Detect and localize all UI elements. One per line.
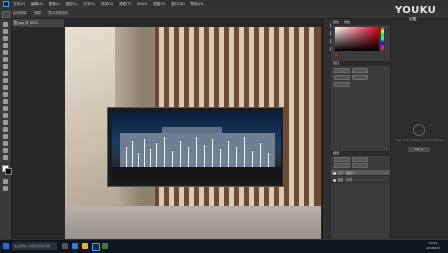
move-tool-icon[interactable] [2, 10, 10, 18]
building-facade [120, 133, 275, 167]
menu-3d[interactable]: 3D(D) [137, 2, 148, 6]
lasso-tool-icon[interactable] [3, 36, 8, 41]
angle-input[interactable] [334, 82, 350, 87]
eye-icon[interactable] [332, 178, 336, 182]
youku-watermark: YOUKU 优酷 [395, 6, 436, 22]
move-tool-icon[interactable] [3, 22, 8, 27]
pen-tool-icon[interactable] [3, 120, 8, 125]
menu-window[interactable]: 窗口(W) [171, 2, 185, 6]
screen-mode-icon[interactable] [3, 186, 8, 191]
fill-input[interactable] [351, 163, 368, 168]
layer-kind-filter[interactable] [334, 157, 350, 162]
creative-cloud-icon [413, 124, 425, 136]
floor [65, 206, 321, 239]
y-input[interactable] [351, 75, 368, 80]
canvas-area[interactable] [12, 27, 321, 239]
opacity-input[interactable] [334, 163, 350, 168]
tools-panel [0, 19, 12, 239]
system-clock[interactable]: 10:44 2018/1/5 [420, 241, 446, 250]
layer-thumbnail [338, 171, 343, 175]
eraser-tool-icon[interactable] [3, 92, 8, 97]
menu-view[interactable]: 视图(V) [153, 2, 165, 6]
panels-dock: 颜色 色板 属性 图层 图层 1 背景 [331, 19, 390, 239]
layers-header: 图层 [331, 151, 390, 156]
gradient-tool-icon[interactable] [3, 99, 8, 104]
dodge-tool-icon[interactable] [3, 113, 8, 118]
quick-select-tool-icon[interactable] [3, 43, 8, 48]
properties-row-1 [331, 68, 390, 74]
height-input[interactable] [351, 68, 368, 73]
layer-row[interactable]: 背景 [331, 177, 390, 183]
hand-tool-icon[interactable] [3, 148, 8, 153]
layer-name: 图层 1 [345, 171, 355, 175]
shape-tool-icon[interactable] [3, 141, 8, 146]
photoshop-taskbar-icon[interactable] [92, 243, 100, 251]
current-color-chip[interactable] [335, 53, 338, 56]
windows-start-icon[interactable] [3, 243, 9, 249]
tab-swatches[interactable]: 色板 [342, 20, 352, 24]
eyedropper-tool-icon[interactable] [3, 57, 8, 62]
layer-row[interactable]: 图层 1 [331, 170, 390, 176]
layer-thumbnail [338, 178, 343, 182]
properties-row-2 [331, 75, 390, 81]
marquee-tool-icon[interactable] [3, 29, 8, 34]
menu-bar: 文件(F) 编辑(E) 图像(I) 图层(L) 文字(Y) 选择(S) 滤镜(T… [0, 0, 448, 8]
color-picker-field[interactable] [335, 27, 379, 51]
cc-signin-text: Sign in to Creative Cloud Libraries [395, 138, 444, 142]
file-explorer-icon[interactable] [82, 243, 88, 249]
type-tool-icon[interactable] [3, 127, 8, 132]
libraries-panel: Sign in to Creative Cloud Libraries Sign… [391, 19, 448, 239]
layers-filter-row [331, 157, 390, 163]
app-taskbar-icon[interactable] [102, 243, 108, 249]
menu-help[interactable]: 帮助(H) [190, 2, 203, 6]
path-select-tool-icon[interactable] [3, 134, 8, 139]
watermark-sub: 优酷 [409, 17, 417, 21]
blend-mode-select[interactable] [351, 157, 368, 162]
taskbar-search-box[interactable]: 在这里输入你要搜索的内容 [12, 242, 57, 250]
show-transform-checkbox[interactable]: 显示变换控件 [48, 11, 68, 15]
color-panel-tabs: 颜色 色板 [331, 19, 390, 25]
hue-slider[interactable] [381, 27, 384, 51]
menu-select[interactable]: 选择(S) [101, 2, 113, 6]
properties-header: 属性 [331, 61, 390, 66]
crop-tool-icon[interactable] [3, 50, 8, 55]
tv-screen-image [112, 111, 281, 183]
street [112, 167, 281, 183]
television [107, 107, 284, 187]
background-color-swatch[interactable] [4, 167, 12, 175]
stamp-tool-icon[interactable] [3, 78, 8, 83]
properties-row-3 [331, 82, 390, 88]
edge-browser-icon[interactable] [72, 243, 78, 249]
healing-tool-icon[interactable] [3, 64, 8, 69]
menu-image[interactable]: 图像(I) [49, 2, 60, 6]
quick-mask-icon[interactable] [3, 179, 8, 184]
blur-tool-icon[interactable] [3, 106, 8, 111]
tab-color[interactable]: 颜色 [331, 20, 341, 24]
x-input[interactable] [334, 75, 350, 80]
brush-tool-icon[interactable] [3, 71, 8, 76]
options-bar: 自动选择: 图层 显示变换控件 [0, 8, 448, 19]
eye-icon[interactable] [332, 171, 336, 175]
auto-select-checkbox[interactable]: 自动选择: [13, 11, 28, 15]
menu-type[interactable]: 文字(Y) [83, 2, 95, 6]
history-brush-tool-icon[interactable] [3, 85, 8, 90]
watermark-brand: YOUKU [395, 5, 437, 16]
document-tab[interactable]: 图.jpg @ 50% [12, 19, 64, 27]
layer-select[interactable]: 图层 [34, 11, 41, 15]
menu-edit[interactable]: 编辑(E) [31, 2, 43, 6]
layers-opacity-row [331, 163, 390, 169]
zoom-tool-icon[interactable] [3, 155, 8, 160]
menu-file[interactable]: 文件(F) [13, 2, 25, 6]
windows-taskbar: 在这里输入你要搜索的内容 10:44 2018/1/5 [0, 239, 448, 253]
task-view-icon[interactable] [62, 243, 68, 249]
menu-layer[interactable]: 图层(L) [66, 2, 78, 6]
menu-filter[interactable]: 滤镜(T) [119, 2, 131, 6]
layer-name: 背景 [345, 178, 352, 182]
width-input[interactable] [334, 68, 350, 73]
photoshop-logo-icon [3, 1, 9, 7]
cc-signin-button[interactable]: Sign In [408, 147, 430, 152]
clock-date: 2018/1/5 [426, 245, 440, 250]
